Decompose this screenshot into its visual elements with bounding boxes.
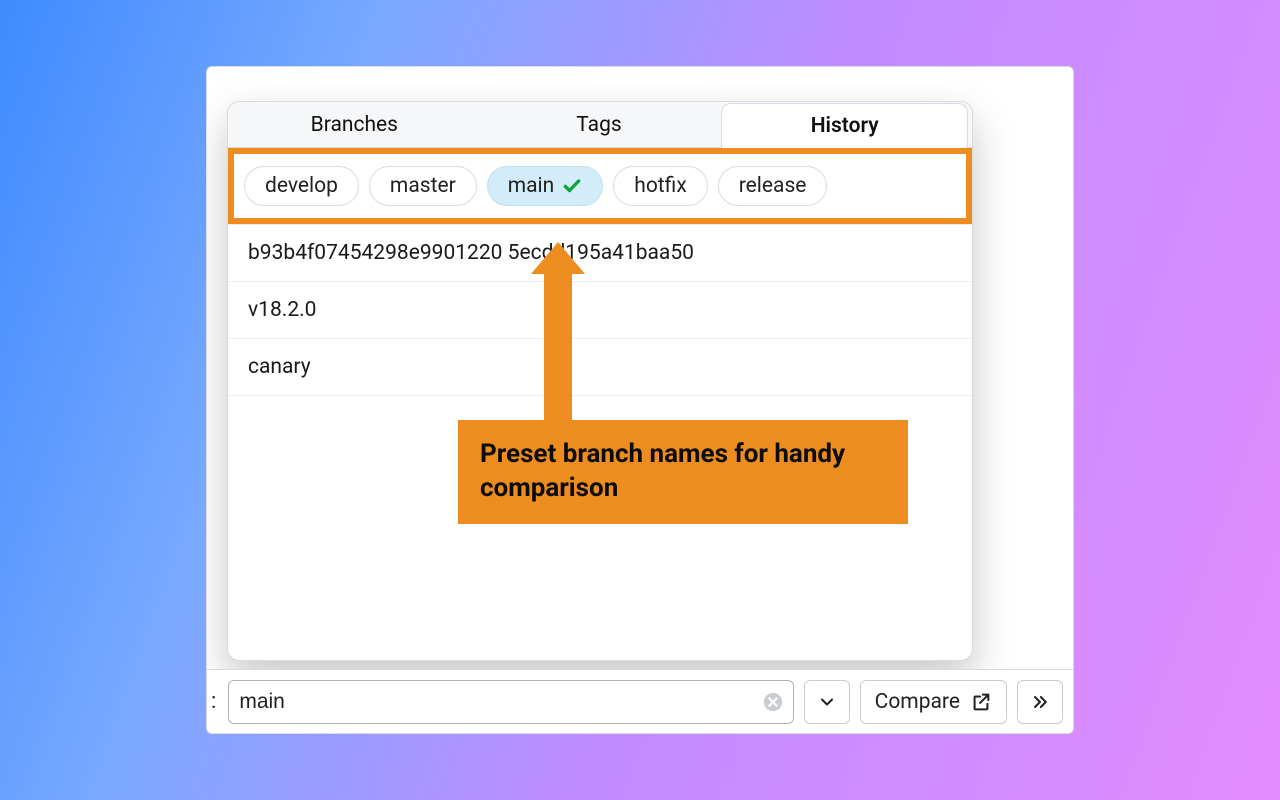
colon-label: : <box>207 689 218 714</box>
branch-chip-release[interactable]: release <box>718 166 828 206</box>
branch-input[interactable] <box>239 690 760 714</box>
list-item[interactable]: canary <box>228 339 972 396</box>
branch-chip-hotfix[interactable]: hotfix <box>613 166 707 206</box>
external-link-icon <box>970 691 992 713</box>
list-item[interactable]: b93b4f07454298e9901220 5ecdd195a41baa50 <box>228 224 972 282</box>
clear-input-button[interactable] <box>761 690 785 714</box>
branch-chip-label: hotfix <box>634 174 686 198</box>
callout-box: Preset branch names for handy comparison <box>458 420 908 524</box>
branch-chip-label: master <box>390 174 456 198</box>
picker-tabs: Branches Tags History <box>228 102 972 148</box>
tab-tags[interactable]: Tags <box>477 103 722 147</box>
chevron-down-icon <box>817 692 837 712</box>
branch-chip-develop[interactable]: develop <box>244 166 359 206</box>
branch-picker-popup: Branches Tags History develop master mai… <box>227 101 973 661</box>
close-circle-icon <box>762 691 784 713</box>
compare-button[interactable]: Compare <box>860 680 1007 724</box>
bottom-bar: : Compare <box>207 669 1073 733</box>
app-window: Branches Tags History develop master mai… <box>206 66 1074 734</box>
list-item[interactable]: v18.2.0 <box>228 282 972 339</box>
chevron-double-right-icon <box>1030 692 1050 712</box>
dropdown-toggle-button[interactable] <box>804 680 850 724</box>
expand-button[interactable] <box>1017 680 1063 724</box>
check-icon <box>562 176 582 196</box>
branch-chip-main[interactable]: main <box>487 166 604 206</box>
history-list: b93b4f07454298e9901220 5ecdd195a41baa50 … <box>228 224 972 396</box>
branch-chip-label: release <box>739 174 807 198</box>
callout-arrow <box>544 264 572 422</box>
tab-branches[interactable]: Branches <box>232 103 477 147</box>
branch-chip-label: develop <box>265 174 338 198</box>
branch-chip-master[interactable]: master <box>369 166 477 206</box>
compare-label: Compare <box>875 690 960 714</box>
preset-branches-row: develop master main hotfix release <box>228 148 972 224</box>
branch-chip-label: main <box>508 174 555 198</box>
branch-input-wrap[interactable] <box>228 680 793 724</box>
tab-history[interactable]: History <box>721 103 968 148</box>
